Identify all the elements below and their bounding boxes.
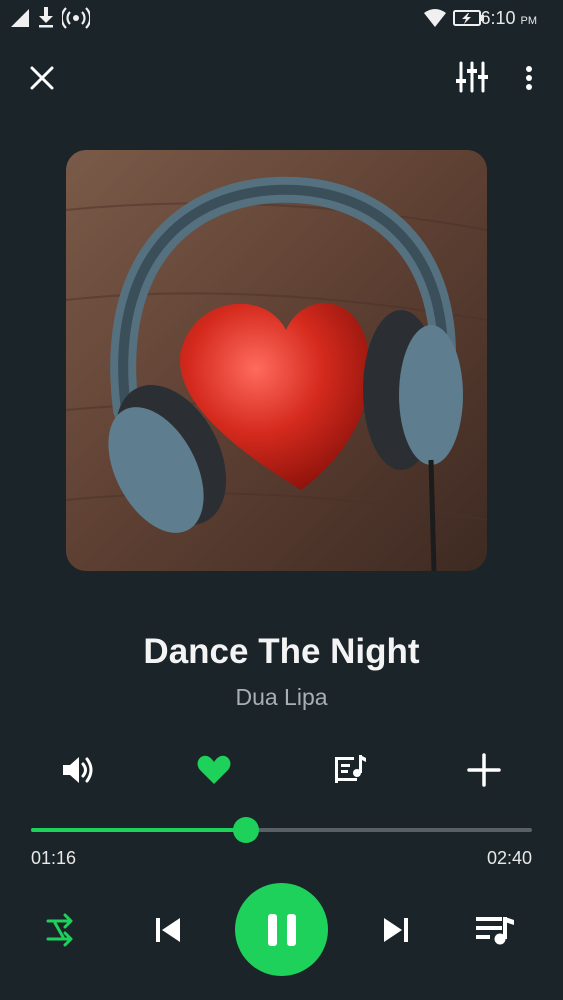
status-bar: 6:10 PM	[0, 0, 563, 36]
equalizer-icon	[456, 61, 488, 93]
shuffle-icon	[46, 913, 73, 947]
skip-previous-icon	[156, 918, 180, 942]
song-title: Dance The Night	[143, 632, 420, 671]
status-time-value: 6:10	[480, 8, 516, 28]
album-art	[66, 150, 487, 571]
elapsed-time: 01:16	[31, 848, 77, 868]
heart-icon	[197, 755, 231, 784]
wifi-icon	[424, 9, 446, 27]
queue-music-icon	[476, 917, 514, 945]
song-artist[interactable]: Dua Lipa	[0, 684, 563, 711]
status-time: 6:10 PM	[480, 8, 537, 29]
skip-next-icon	[384, 918, 408, 942]
plus-icon	[467, 753, 501, 787]
volume-button[interactable]	[57, 748, 101, 792]
download-icon	[39, 7, 53, 28]
add-to-playlist-button[interactable]	[462, 748, 506, 792]
shuffle-button[interactable]	[40, 910, 80, 950]
lyrics-icon	[335, 755, 366, 783]
hotspot-icon	[62, 7, 90, 29]
progress-thumb[interactable]	[233, 817, 260, 843]
equalizer-button[interactable]	[453, 58, 491, 96]
favorite-button[interactable]	[192, 748, 236, 792]
album-art-image	[66, 150, 487, 571]
duration-time: 02:40	[486, 848, 532, 868]
more-options-button[interactable]	[517, 60, 541, 96]
status-ampm: PM	[520, 15, 538, 27]
next-button[interactable]	[376, 910, 416, 950]
volume-icon	[63, 757, 93, 783]
close-button[interactable]	[24, 60, 60, 96]
lyrics-button[interactable]	[328, 748, 372, 792]
more-vert-icon	[526, 66, 532, 90]
signal-icon	[11, 9, 29, 27]
close-icon	[30, 66, 54, 90]
queue-button[interactable]	[472, 908, 518, 952]
pause-button[interactable]	[235, 883, 328, 976]
progress-fill	[31, 828, 247, 832]
pause-icon	[267, 913, 296, 946]
previous-button[interactable]	[148, 910, 188, 950]
